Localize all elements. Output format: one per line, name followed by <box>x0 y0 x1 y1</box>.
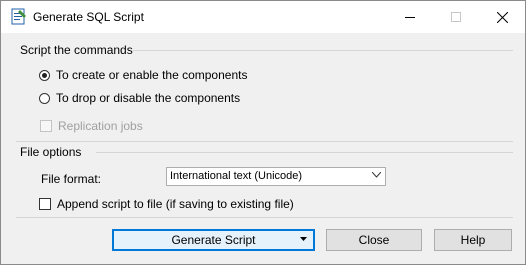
section-divider <box>16 141 513 142</box>
file-format-value: International text (Unicode) <box>170 170 303 182</box>
help-label: Help <box>460 233 486 247</box>
minimize-button[interactable] <box>387 1 433 33</box>
radio-button[interactable] <box>39 92 50 104</box>
title-bar[interactable]: Generate SQL Script <box>1 1 525 33</box>
close-button[interactable]: Close <box>326 229 422 251</box>
append-script-checkbox[interactable] <box>39 198 51 210</box>
close-window-button[interactable] <box>479 1 525 33</box>
maximize-icon <box>451 12 461 22</box>
footer-divider <box>16 217 513 218</box>
option-create-enable[interactable]: To create or enable the components <box>39 68 247 82</box>
script-commands-header: Script the commands <box>20 43 133 57</box>
option-drop-disable-label: To drop or disable the components <box>56 91 241 105</box>
dialog-window: Generate SQL Script Script the commands … <box>0 0 526 265</box>
close-label: Close <box>358 233 390 247</box>
close-icon <box>496 11 508 23</box>
file-options-header: File options <box>20 145 82 159</box>
minimize-icon <box>405 17 415 18</box>
generate-script-button[interactable]: Generate Script <box>112 229 315 251</box>
dropdown-arrow-icon[interactable] <box>300 237 307 242</box>
file-format-select[interactable]: International text (Unicode) <box>166 167 386 186</box>
dialog-client-area: Script the commands To create or enable … <box>1 33 525 264</box>
replication-jobs-label: Replication jobs <box>58 119 143 133</box>
option-drop-disable[interactable]: To drop or disable the components <box>39 91 240 105</box>
generate-script-label: Generate Script <box>171 233 256 247</box>
help-button[interactable]: Help <box>434 229 512 251</box>
maximize-button <box>433 1 479 33</box>
group-divider <box>96 152 513 153</box>
group-divider <box>133 50 513 51</box>
script-document-icon <box>11 8 26 25</box>
replication-jobs-checkbox <box>40 120 52 132</box>
file-format-label: File format: <box>41 172 102 186</box>
append-script-checkbox-row[interactable]: Append script to file (if saving to exis… <box>39 197 294 211</box>
window-title: Generate SQL Script <box>33 10 144 24</box>
replication-jobs-checkbox-row: Replication jobs <box>40 119 143 133</box>
append-script-label: Append script to file (if saving to exis… <box>57 197 294 211</box>
option-create-enable-label: To create or enable the components <box>56 68 248 82</box>
chevron-down-icon <box>372 172 381 178</box>
radio-button-selected[interactable] <box>39 69 50 81</box>
